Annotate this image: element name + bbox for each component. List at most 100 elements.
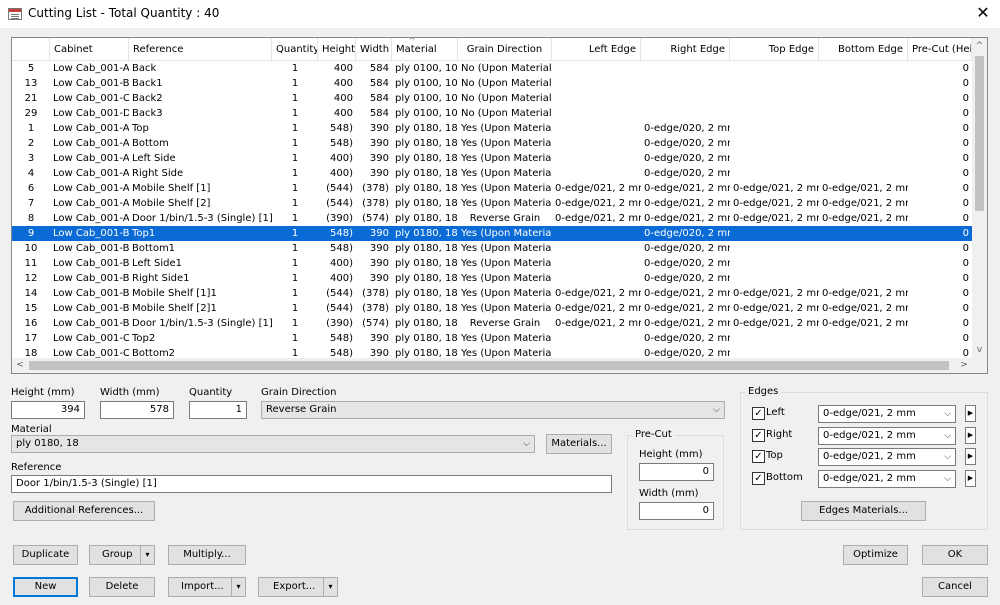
cell-top: 0-edge/021, 2 mm [733,288,819,299]
additional-references-button[interactable]: Additional References... [13,501,155,521]
edge-right-select[interactable]: 0-edge/021, 2 mm ⌵ [818,427,956,445]
scroll-up-icon[interactable]: ^ [972,38,987,54]
table-row[interactable]: 12 Low Cab_001-B Right Side1 1 400) 390 ply 01… [12,271,972,286]
edge-left-arrow-icon[interactable]: ▶ [965,405,976,422]
cell-left: 0-edge/021, 2 mm [555,213,641,224]
precut-height-input[interactable]: 0 [639,463,714,481]
cell-width: 390 [369,168,389,179]
edge-top-checkbox[interactable]: ✓ [752,450,765,463]
col-header-bottom-edge[interactable]: Bottom Edge [819,38,908,61]
table-row[interactable]: 21 Low Cab_001-C Back2 1 400 584 ply 0100, 10 N… [12,91,972,106]
table-row[interactable]: 18 Low Cab_001-C Bottom2 1 548) 390 ply 0180, … [12,346,972,358]
edge-left-select[interactable]: 0-edge/021, 2 mm ⌵ [818,405,956,423]
col-header-precut-height[interactable]: Pre-Cut (Height) [908,38,972,61]
delete-button[interactable]: Delete [89,577,155,597]
edge-left-checkbox[interactable]: ✓ [752,407,765,420]
col-header-material[interactable]: Material [392,38,458,61]
col-header-quantity[interactable]: Quantity [272,38,318,61]
col-header-height[interactable]: Height [318,38,356,61]
group-dropdown-icon[interactable]: ▾ [140,546,154,564]
cell-qty: 1 [291,318,299,329]
col-header-width[interactable]: Width [356,38,392,61]
cell-cabinet: Low Cab_001-A [53,138,129,149]
cancel-button[interactable]: Cancel [922,577,988,597]
cell-cabinet: Low Cab_001-B [53,318,129,329]
cell-right: 0-edge/021, 2 mm [644,288,730,299]
height-input[interactable]: 394 [11,401,85,419]
table-row[interactable]: 17 Low Cab_001-C Top2 1 548) 390 ply 0180, 18 Y… [12,331,972,346]
cell-id: 15 [24,303,38,314]
edge-right-checkbox[interactable]: ✓ [752,429,765,442]
table-row[interactable]: 3 Low Cab_001-A Left Side 1 400) 390 ply 0180,… [12,151,972,166]
precut-width-input[interactable]: 0 [639,502,714,520]
export-button[interactable]: Export... ▾ [258,577,338,597]
col-header-right-edge[interactable]: Right Edge [641,38,730,61]
cell-id: 5 [27,63,35,74]
table-row[interactable]: 10 Low Cab_001-B Bottom1 1 548) 390 ply 0180, … [12,241,972,256]
table-row[interactable]: 4 Low Cab_001-A Right Side 1 400) 390 ply 0180… [12,166,972,181]
quantity-input[interactable]: 1 [189,401,247,419]
ok-button[interactable]: OK [922,545,988,565]
table-row[interactable]: 1 Low Cab_001-A Top 1 548) 390 ply 0180, 18 Yes… [12,121,972,136]
table-row[interactable]: 13 Low Cab_001-B Back1 1 400 584 ply 0100, 10 N… [12,76,972,91]
material-select[interactable]: ply 0180, 18 ⌵ [11,435,535,453]
export-dropdown-icon[interactable]: ▾ [323,578,337,596]
horizontal-scrollbar[interactable]: < > [12,358,972,373]
scroll-down-icon[interactable]: v [972,342,987,358]
multiply-button[interactable]: Multiply... [168,545,246,565]
materials-button[interactable]: Materials... [546,434,612,454]
grain-direction-select[interactable]: Reverse Grain ⌵ [261,401,725,419]
optimize-button[interactable]: Optimize [843,545,908,565]
table-row[interactable]: 9 Low Cab_001-B Top1 1 548) 390 ply 0180, 18 Ye… [12,226,972,241]
table-row[interactable]: 15 Low Cab_001-B Mobile Shelf [2]1 1 (544) (3… [12,301,972,316]
table-row[interactable]: 7 Low Cab_001-A Mobile Shelf [2] 1 (544) (378… [12,196,972,211]
edge-bottom-checkbox[interactable]: ✓ [752,472,765,485]
reference-input[interactable]: Door 1/bin/1.5-3 (Single) [1] [11,475,612,493]
edges-materials-button[interactable]: Edges Materials... [801,501,926,521]
cell-right: 0-edge/020, 2 mm [644,153,730,164]
width-input[interactable]: 578 [100,401,174,419]
table-row[interactable]: 6 Low Cab_001-A Mobile Shelf [1] 1 (544) (378… [12,181,972,196]
cutting-list-table[interactable]: Cabinet Reference Quantity Height Width … [11,37,988,374]
import-button[interactable]: Import... ▾ [168,577,246,597]
scroll-left-icon[interactable]: < [12,358,28,373]
cell-right: 0-edge/020, 2 mm [644,273,730,284]
edge-bottom-select[interactable]: 0-edge/021, 2 mm ⌵ [818,470,956,488]
cell-height: (390) [326,213,353,224]
edge-top-select[interactable]: 0-edge/021, 2 mm ⌵ [818,448,956,466]
import-dropdown-icon[interactable]: ▾ [231,578,245,596]
close-icon[interactable]: ✕ [972,2,994,24]
group-button[interactable]: Group ▾ [89,545,155,565]
table-row[interactable]: 16 Low Cab_001-B Door 1/bin/1.5-3 (Single)… [12,316,972,331]
table-row[interactable]: 29 Low Cab_001-D Back3 1 400 584 ply 0100, 10 N… [12,106,972,121]
cell-reference: Mobile Shelf [2] [132,198,211,209]
edge-top-arrow-icon[interactable]: ▶ [965,448,976,465]
vertical-scrollbar[interactable]: ^ v [972,38,987,358]
new-button[interactable]: New [13,577,78,597]
duplicate-button[interactable]: Duplicate [13,545,78,565]
cell-qty: 1 [291,63,299,74]
col-header-grain[interactable]: Grain Direction [458,38,552,61]
cell-top: 0-edge/021, 2 mm [733,303,819,314]
cell-cabinet: Low Cab_001-A [53,153,129,164]
table-row[interactable]: 8 Low Cab_001-A Door 1/bin/1.5-3 (Single) … [12,211,972,226]
vertical-scroll-thumb[interactable] [975,56,984,211]
cell-id: 17 [24,333,38,344]
edge-bottom-arrow-icon[interactable]: ▶ [965,470,976,487]
col-header-reference[interactable]: Reference [129,38,272,61]
cell-reference: Left Side [132,153,176,164]
edge-right-arrow-icon[interactable]: ▶ [965,427,976,444]
scroll-right-icon[interactable]: > [956,358,972,373]
cell-bottom [819,166,908,181]
col-header-top-edge[interactable]: Top Edge [730,38,819,61]
cell-top [730,166,819,181]
cell-material: ply 0180, 18 [395,243,458,254]
col-header-cabinet[interactable]: Cabinet [50,38,129,61]
col-header-id[interactable] [12,38,50,61]
table-row[interactable]: 14 Low Cab_001-B Mobile Shelf [1]1 1 (544) (3… [12,286,972,301]
table-row[interactable]: 11 Low Cab_001-B Left Side1 1 400) 390 ply 018… [12,256,972,271]
table-row[interactable]: 2 Low Cab_001-A Bottom 1 548) 390 ply 0180, 18… [12,136,972,151]
col-header-left-edge[interactable]: Left Edge [552,38,641,61]
table-row[interactable]: 5 Low Cab_001-A Back 1 400 584 ply 0100, 10 No … [12,61,972,76]
horizontal-scroll-thumb[interactable] [29,361,949,370]
